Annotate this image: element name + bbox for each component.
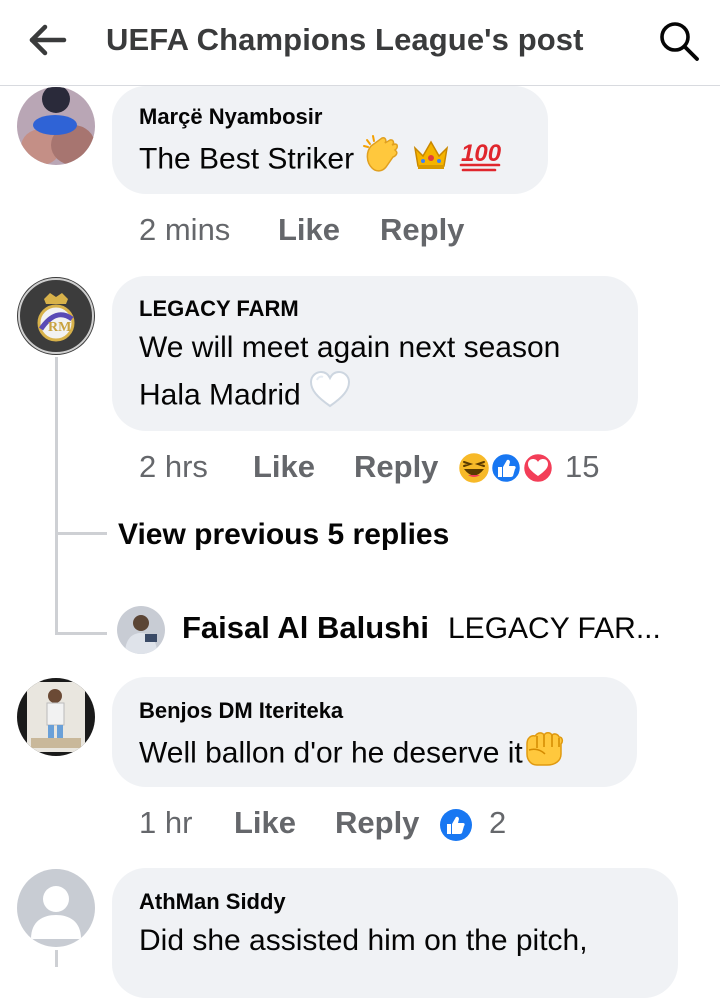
profile-photo [17,678,95,756]
profile-photo [17,87,95,165]
comment-author[interactable]: LEGACY FARM [139,296,299,322]
reply-author[interactable]: Faisal Al Balushi [182,610,429,646]
clapping-hands-icon [362,134,402,187]
reply-preview-text[interactable]: LEGACY FAR... [448,612,661,646]
real-madrid-crest-icon: RM [17,277,95,355]
reply-button[interactable]: Reply [335,805,419,841]
comment-bubble[interactable]: AthMan Siddy Did she assisted him on the… [112,868,678,998]
top-bar: UEFA Champions League's post [0,0,720,86]
svg-text:100: 100 [461,140,502,167]
comment-time: 1 hr [139,805,193,840]
comment-author[interactable]: Benjos DM Iteriteka [139,698,343,724]
back-arrow-icon [29,24,67,56]
love-reaction-icon [521,451,555,485]
default-avatar-icon [17,869,95,947]
thread-line [55,950,58,967]
like-button[interactable]: Like [278,212,340,248]
reactions-summary[interactable] [456,450,558,486]
like-reaction-icon [440,809,472,841]
page-title: UEFA Champions League's post [106,22,584,57]
comment-author[interactable]: AthMan Siddy [139,889,286,915]
like-button[interactable]: Like [253,449,315,485]
thread-line [55,357,58,634]
thread-branch [55,532,107,535]
comment-text: The Best Striker 100 [139,134,503,187]
avatar-benjos[interactable] [17,678,95,756]
oncoming-fist-icon [523,728,565,781]
avatar-legacy-farm[interactable]: RM [17,277,95,355]
comment-body: The Best Striker [139,142,355,176]
comment-text-line2: Hala Madrid [139,370,351,423]
like-button[interactable]: Like [234,805,296,841]
comment-text: Well ballon d'or he deserve it [139,728,565,781]
haha-reaction-icon [456,450,492,486]
search-icon [660,22,699,61]
reaction-count: 15 [565,449,600,484]
svg-text:RM: RM [48,320,71,335]
back-button[interactable] [26,20,70,60]
search-button[interactable] [656,18,702,64]
comment-author[interactable]: Marçë Nyambosir [139,104,322,130]
comment-text: Did she assisted him on the pitch, [139,924,588,957]
view-previous-replies-link[interactable]: View previous 5 replies [118,518,449,552]
comment-bubble[interactable]: Marçë Nyambosir The Best Striker 100 [112,86,548,194]
comment-text-line1: We will meet again next season [139,331,561,364]
profile-photo [117,606,165,654]
comment-time: 2 mins [139,212,231,247]
comment-body: Hala Madrid [139,378,301,412]
comment-body: Well ballon d'or he deserve it [139,736,523,770]
hundred-points-icon: 100 [459,134,503,187]
thread-branch [55,632,107,635]
comment-time: 2 hrs [139,449,208,484]
white-heart-icon [309,370,351,423]
comment-bubble[interactable]: Benjos DM Iteriteka Well ballon d'or he … [112,677,637,787]
comment-bubble[interactable]: LEGACY FARM We will meet again next seas… [112,276,638,431]
like-reaction-icon [489,451,523,485]
avatar-athman[interactable] [17,869,95,947]
reaction-count: 2 [489,805,507,840]
reply-button[interactable]: Reply [380,212,464,248]
reactions-summary[interactable] [438,807,474,843]
crown-icon [411,134,451,187]
avatar-marce[interactable] [17,87,95,165]
reply-button[interactable]: Reply [354,449,438,485]
avatar-faisal[interactable] [117,606,165,654]
